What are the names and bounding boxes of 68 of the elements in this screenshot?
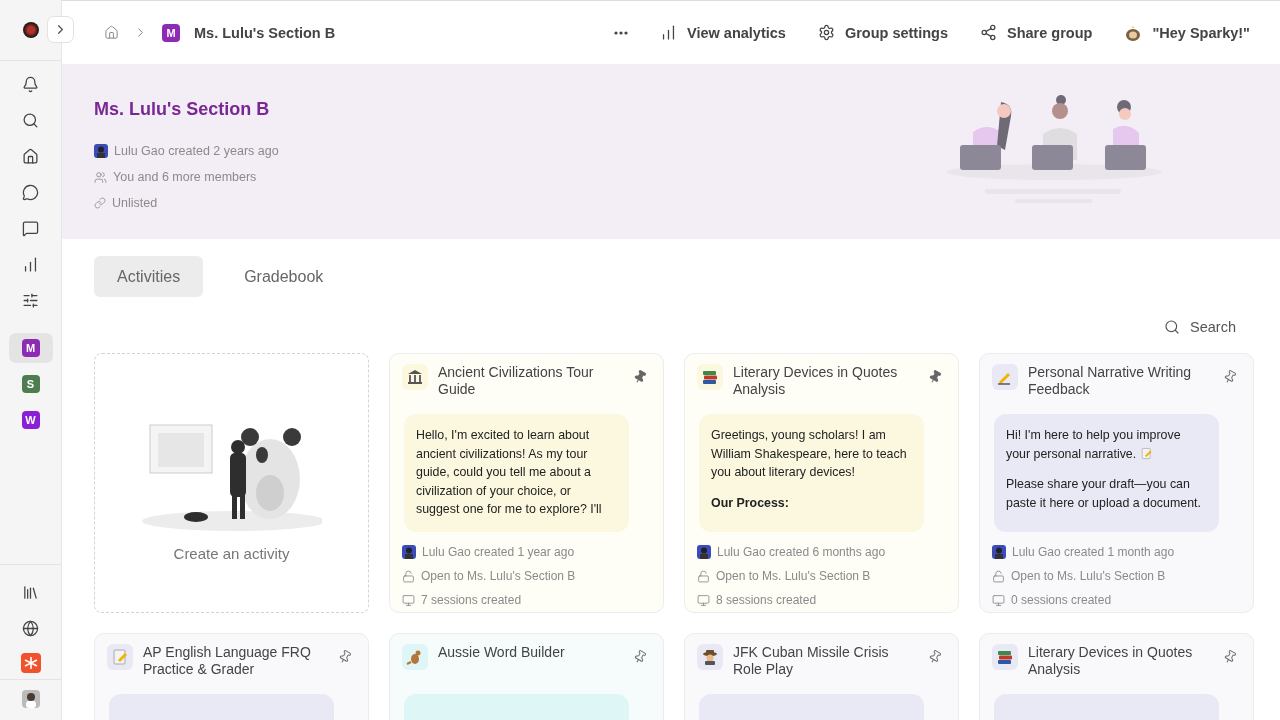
screen-icon <box>402 593 415 607</box>
expand-button[interactable] <box>47 16 74 43</box>
sessions-text: 8 sessions created <box>716 593 817 607</box>
activity-title: Ancient Civilizations Tour Guide <box>438 364 595 398</box>
sessions-text: 0 sessions created <box>1011 593 1112 607</box>
avatar-icon <box>992 545 1006 559</box>
access-text: Open to Ms. Lulu's Section B <box>421 569 576 583</box>
avatar-icon <box>402 545 416 559</box>
memo-icon <box>1139 446 1153 460</box>
avatar-icon <box>94 144 108 158</box>
lock-icon <box>402 569 415 583</box>
activity-title: Literary Devices in Quotes Analysis <box>733 364 899 398</box>
message-text: Please share your draft—you can paste it here or upload a document. <box>1006 476 1202 512</box>
activity-card[interactable]: JFK Cuban Missile Crisis Role Play <box>684 633 959 720</box>
avatar-icon <box>697 545 711 559</box>
group-item[interactable]: M <box>8 333 53 363</box>
activity-title: Literary Devices in Quotes Analysis <box>1028 644 1194 678</box>
breadcrumb-title[interactable]: Ms. Lulu's Section B <box>194 24 336 41</box>
activity-card[interactable]: AP English Language FRQ Practice & Grader <box>94 633 369 720</box>
access-text: Open to Ms. Lulu's Section B <box>1011 569 1166 583</box>
app-logo-icon[interactable] <box>20 653 41 673</box>
search-button[interactable]: Search <box>1164 319 1236 335</box>
tab[interactable]: Activities <box>94 256 204 297</box>
meta-text: Unlisted <box>112 196 158 210</box>
lock-icon <box>697 569 710 583</box>
toolbar-button[interactable]: Group settings <box>817 24 948 41</box>
logo-icon[interactable] <box>22 22 39 38</box>
activity-card[interactable] <box>979 353 1254 613</box>
tab[interactable]: Gradebook <box>221 256 347 297</box>
activity-card[interactable]: Literary Devices in Quotes Analysis <box>979 633 1254 720</box>
activity-card[interactable] <box>684 353 959 613</box>
activity-title: AP English Language FRQ Practice & Grader <box>143 644 312 678</box>
more-button[interactable] <box>614 30 628 35</box>
message-text: Hello, I'm excited to learn about ancient civilizations! As my tour guide, could you tell me about a civilization of your choice, or suggest one for me to explore? I'll <box>416 427 603 518</box>
toolbar-button[interactable]: View analytics <box>660 24 786 41</box>
members-icon <box>94 170 107 184</box>
activity-title: JFK Cuban Missile Crisis Role Play <box>733 644 890 678</box>
search-icon <box>1164 319 1181 335</box>
screen-icon <box>697 593 710 607</box>
activity-title: Aussie Word Builder <box>438 644 566 661</box>
chart-icon <box>660 24 677 41</box>
avatar-icon[interactable] <box>21 690 40 708</box>
more-icon <box>614 30 628 35</box>
activity-card[interactable]: Aussie Word Builder <box>389 633 664 720</box>
created-text: Lulu Gao created 6 months ago <box>717 545 886 559</box>
created-text: Lulu Gao created 1 year ago <box>422 545 575 559</box>
meta-text: You and 6 more members <box>113 170 257 184</box>
group-item[interactable]: W <box>8 405 53 435</box>
meta-text: Lulu Gao created 2 years ago <box>114 144 279 158</box>
message-text: Greetings, young scholars! I am William Shakespeare, here to teach you about literary devices! <box>711 427 908 481</box>
group-title: Ms. Lulu's Section B <box>94 99 271 120</box>
create-activity-card[interactable]: Create an activity <box>94 353 369 613</box>
toolbar-button[interactable]: Share group <box>980 24 1093 41</box>
group-item[interactable]: S <box>8 369 53 399</box>
share-icon <box>980 24 997 41</box>
screen-icon <box>992 593 1005 607</box>
lock-icon <box>992 569 1005 583</box>
settings-icon <box>817 24 835 41</box>
activity-title: Personal Narrative Writing Feedback <box>1028 364 1193 398</box>
toolbar-button[interactable]: "Hey Sparky!" <box>1124 23 1250 42</box>
message-text: Hi! I'm here to help you improve your personal narrative. <box>1006 427 1182 463</box>
message-heading: Our Process: <box>711 494 790 512</box>
sessions-text: 7 sessions created <box>421 593 522 607</box>
link-icon <box>94 197 106 209</box>
access-text: Open to Ms. Lulu's Section B <box>716 569 871 583</box>
activity-card[interactable] <box>389 353 664 613</box>
created-text: Lulu Gao created 1 month ago <box>1012 545 1175 559</box>
group-badge: M <box>162 23 180 42</box>
